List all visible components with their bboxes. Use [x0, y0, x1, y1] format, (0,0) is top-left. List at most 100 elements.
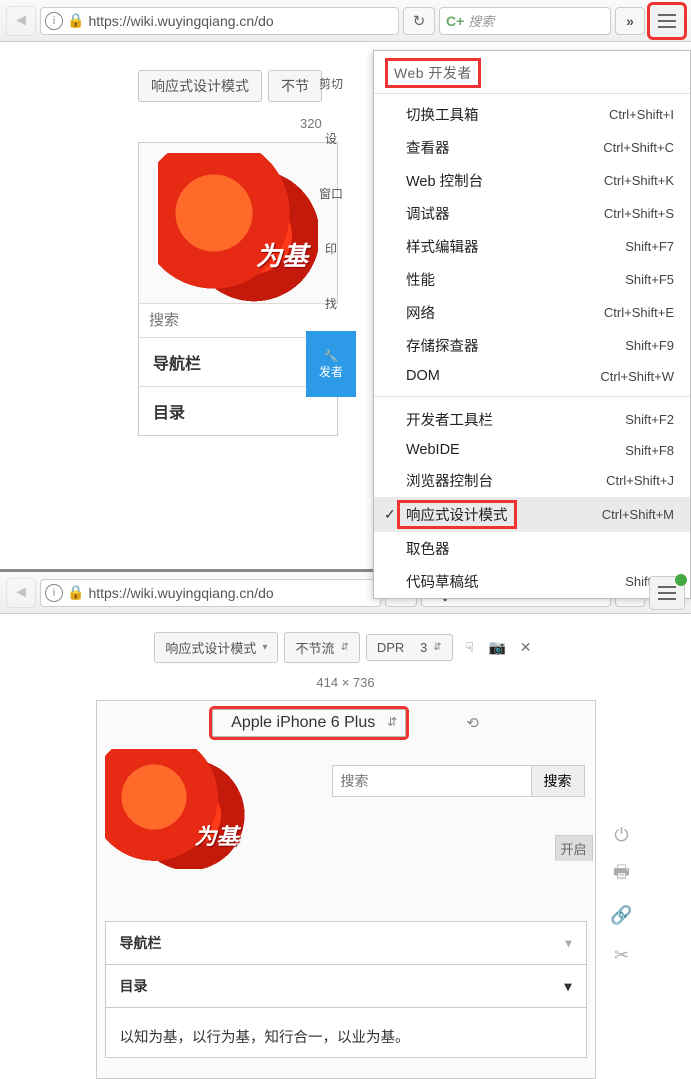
dev-menu-label: 切换工具箱 — [406, 104, 479, 125]
lower-viewport: 响应式设计模式▾ 不节流⇵ DPR 3⇵ ☟ 📷 ✕ 414 × 736 App… — [0, 614, 691, 1079]
dev-menu-label: 浏览器控制台 — [406, 470, 493, 491]
dev-menu-item[interactable]: WebIDE Shift+F8 — [374, 436, 690, 464]
device-dropdown[interactable]: Apple iPhone 6 Plus — [212, 709, 406, 737]
dev-menu-item[interactable]: 取色器 — [374, 532, 690, 565]
dev-menu-item[interactable]: DOM Ctrl+Shift+W — [374, 362, 690, 390]
close-rdm-icon[interactable]: ✕ — [515, 639, 537, 656]
dev-menu-label: 性能 — [406, 269, 435, 290]
dev-menu-label: 调试器 — [406, 203, 450, 224]
dev-menu-label: 代码草稿纸 — [406, 571, 479, 592]
dev-menu-item[interactable]: 存储探查器Shift+F9 — [374, 329, 690, 362]
hamburger-menu-button-2[interactable] — [649, 576, 685, 610]
dev-menu-item[interactable]: 浏览器控制台 Ctrl+Shift+J — [374, 464, 690, 497]
dev-menu-label: 响应式设计模式 — [400, 503, 514, 526]
hamburger-icon — [658, 20, 676, 22]
power-icon[interactable]: ⏻ — [607, 820, 637, 850]
menu-print[interactable]: 印 — [306, 221, 356, 276]
dev-menu-shortcut: Ctrl+Shift+M — [602, 507, 674, 522]
dev-menu-shortcut: Ctrl+Shift+C — [603, 140, 674, 155]
chevron-down-icon: ▾ — [565, 936, 571, 950]
info-icon-2[interactable]: i — [45, 584, 63, 602]
dev-menu-shortcut: Ctrl+Shift+K — [604, 173, 674, 188]
dev-menu-label: DOM — [406, 368, 440, 384]
menu-find[interactable]: 找 — [306, 276, 356, 331]
dev-menu-shortcut: Ctrl+Shift+J — [606, 473, 674, 488]
menu-settings[interactable]: 设 — [306, 111, 356, 166]
open-tab[interactable]: 开启 — [555, 835, 593, 861]
dev-menu-shortcut: Shift+F5 — [625, 272, 674, 287]
dev-menu-shortcut: Shift+F2 — [625, 412, 674, 427]
rdm-toolbar: 响应式设计模式 不节 — [138, 70, 322, 102]
dev-menu-header: Web 开发者 — [374, 51, 690, 95]
rdm-throttle-select-2[interactable]: 不节流⇵ — [284, 632, 359, 663]
cut-icon[interactable]: ✂ — [607, 940, 637, 970]
web-developer-menu: Web 开发者 切换工具箱 Ctrl+Shift+I 查看器 Ctrl+Shift+C… — [373, 50, 691, 599]
dev-menu-shortcut: Ctrl+Shift+W — [600, 369, 674, 384]
preview-search-input-2[interactable] — [332, 765, 532, 797]
dev-menu-label: 取色器 — [406, 538, 450, 559]
dev-menu-shortcut: Ctrl+Shift+E — [604, 305, 674, 320]
overflow-button[interactable]: » — [615, 7, 645, 35]
dev-menu-item[interactable]: 开发者工具栏 Shift+F2 — [374, 403, 690, 436]
chevron-down-icon: ▾ — [564, 978, 571, 995]
update-badge-icon — [675, 574, 687, 586]
url-text-2: https://wiki.wuyingqiang.cn/do — [88, 585, 376, 601]
back-button-2[interactable]: ◄ — [6, 578, 36, 608]
check-icon: ✓ — [384, 506, 396, 523]
browser-toolbar-top: ◄ i 🔒 https://wiki.wuyingqiang.cn/do ↻ C… — [0, 0, 691, 42]
rdm-device-select[interactable]: 响应式设计模式 — [138, 70, 262, 102]
menu-cut[interactable]: 剪切 — [306, 56, 356, 111]
menu-developer[interactable]: 🔧发者 — [306, 331, 356, 397]
rotate-icon[interactable]: ⟲ — [466, 714, 479, 732]
print-icon[interactable]: 🖶 — [607, 860, 637, 890]
dev-menu-label: 查看器 — [406, 137, 450, 158]
dev-menu-label: WebIDE — [406, 442, 460, 458]
dev-menu-shortcut: Shift+F7 — [625, 239, 674, 254]
dev-menu-shortcut: Shift+F8 — [625, 443, 674, 458]
link-icon[interactable]: 🔗 — [607, 900, 637, 930]
rdm-dimensions-2: 414 × 736 — [0, 669, 691, 700]
dev-menu-item[interactable]: Web 控制台 Ctrl+Shift+K — [374, 164, 690, 197]
dev-menu-item[interactable]: 调试器Ctrl+Shift+S — [374, 197, 690, 230]
toc-accordion[interactable]: 目录▾ — [105, 965, 587, 1008]
preview-search-button[interactable]: 搜索 — [532, 765, 585, 797]
dev-menu-label: 开发者工具栏 — [406, 409, 493, 430]
info-icon[interactable]: i — [45, 12, 63, 30]
device-preview-frame: Apple iPhone 6 Plus ⟲ 搜索 开启 导航栏▾ 目录▾ 以知为… — [96, 700, 596, 1079]
menu-window[interactable]: 窗口 — [306, 166, 356, 221]
search-placeholder: 搜索 — [468, 11, 494, 30]
preview-search-row: 搜索 — [332, 765, 585, 797]
hamburger-icon-2 — [658, 592, 676, 594]
dev-menu-label: Web 控制台 — [406, 170, 483, 191]
dev-menu-item[interactable]: 切换工具箱 Ctrl+Shift+I — [374, 98, 690, 131]
app-menu-strip: 剪切 设 窗口 印 找 🔧发者 — [306, 56, 356, 397]
search-box[interactable]: C+ 搜索 — [439, 7, 611, 35]
dev-menu-item[interactable]: 网络 Ctrl+Shift+E — [374, 296, 690, 329]
touch-icon[interactable]: ☟ — [459, 639, 481, 656]
rdm-toolbar-2: 响应式设计模式▾ 不节流⇵ DPR 3⇵ ☟ 📷 ✕ — [0, 614, 691, 669]
hamburger-menu-button[interactable] — [649, 4, 685, 38]
dev-menu-shortcut: Shift+F9 — [625, 338, 674, 353]
search-engine-icon[interactable]: C+ — [446, 13, 464, 29]
dev-menu-item[interactable]: 代码草稿纸Shift+F4 — [374, 565, 690, 598]
lock-icon: 🔒 — [67, 12, 84, 29]
dev-menu-item[interactable]: 查看器 Ctrl+Shift+C — [374, 131, 690, 164]
upper-viewport: 响应式设计模式 不节 320 导航栏 目录 剪切 设 窗口 印 找 🔧发者 We… — [0, 42, 691, 572]
dev-menu-item[interactable]: ✓响应式设计模式 Ctrl+Shift+M — [374, 497, 690, 532]
address-bar[interactable]: i 🔒 https://wiki.wuyingqiang.cn/do — [40, 7, 399, 35]
screenshot-icon[interactable]: 📷 — [487, 639, 509, 656]
dev-menu-label: 网络 — [406, 302, 435, 323]
rdm-dpr-select[interactable]: DPR 3⇵ — [366, 634, 453, 661]
logo-image-2 — [105, 749, 245, 869]
dev-menu-shortcut: Ctrl+Shift+I — [609, 107, 674, 122]
rdm-device-select-2[interactable]: 响应式设计模式▾ — [154, 632, 278, 663]
address-bar-2[interactable]: i 🔒 https://wiki.wuyingqiang.cn/do — [40, 579, 381, 607]
logo-image — [158, 153, 318, 303]
back-button[interactable]: ◄ — [6, 6, 36, 36]
reload-button[interactable]: ↻ — [403, 7, 435, 35]
nav-accordion[interactable]: 导航栏▾ — [105, 921, 587, 965]
url-text: https://wiki.wuyingqiang.cn/do — [88, 13, 394, 29]
dev-menu-item[interactable]: 性能 Shift+F5 — [374, 263, 690, 296]
dev-menu-item[interactable]: 样式编辑器 Shift+F7 — [374, 230, 690, 263]
dev-menu-label: 样式编辑器 — [406, 236, 479, 257]
